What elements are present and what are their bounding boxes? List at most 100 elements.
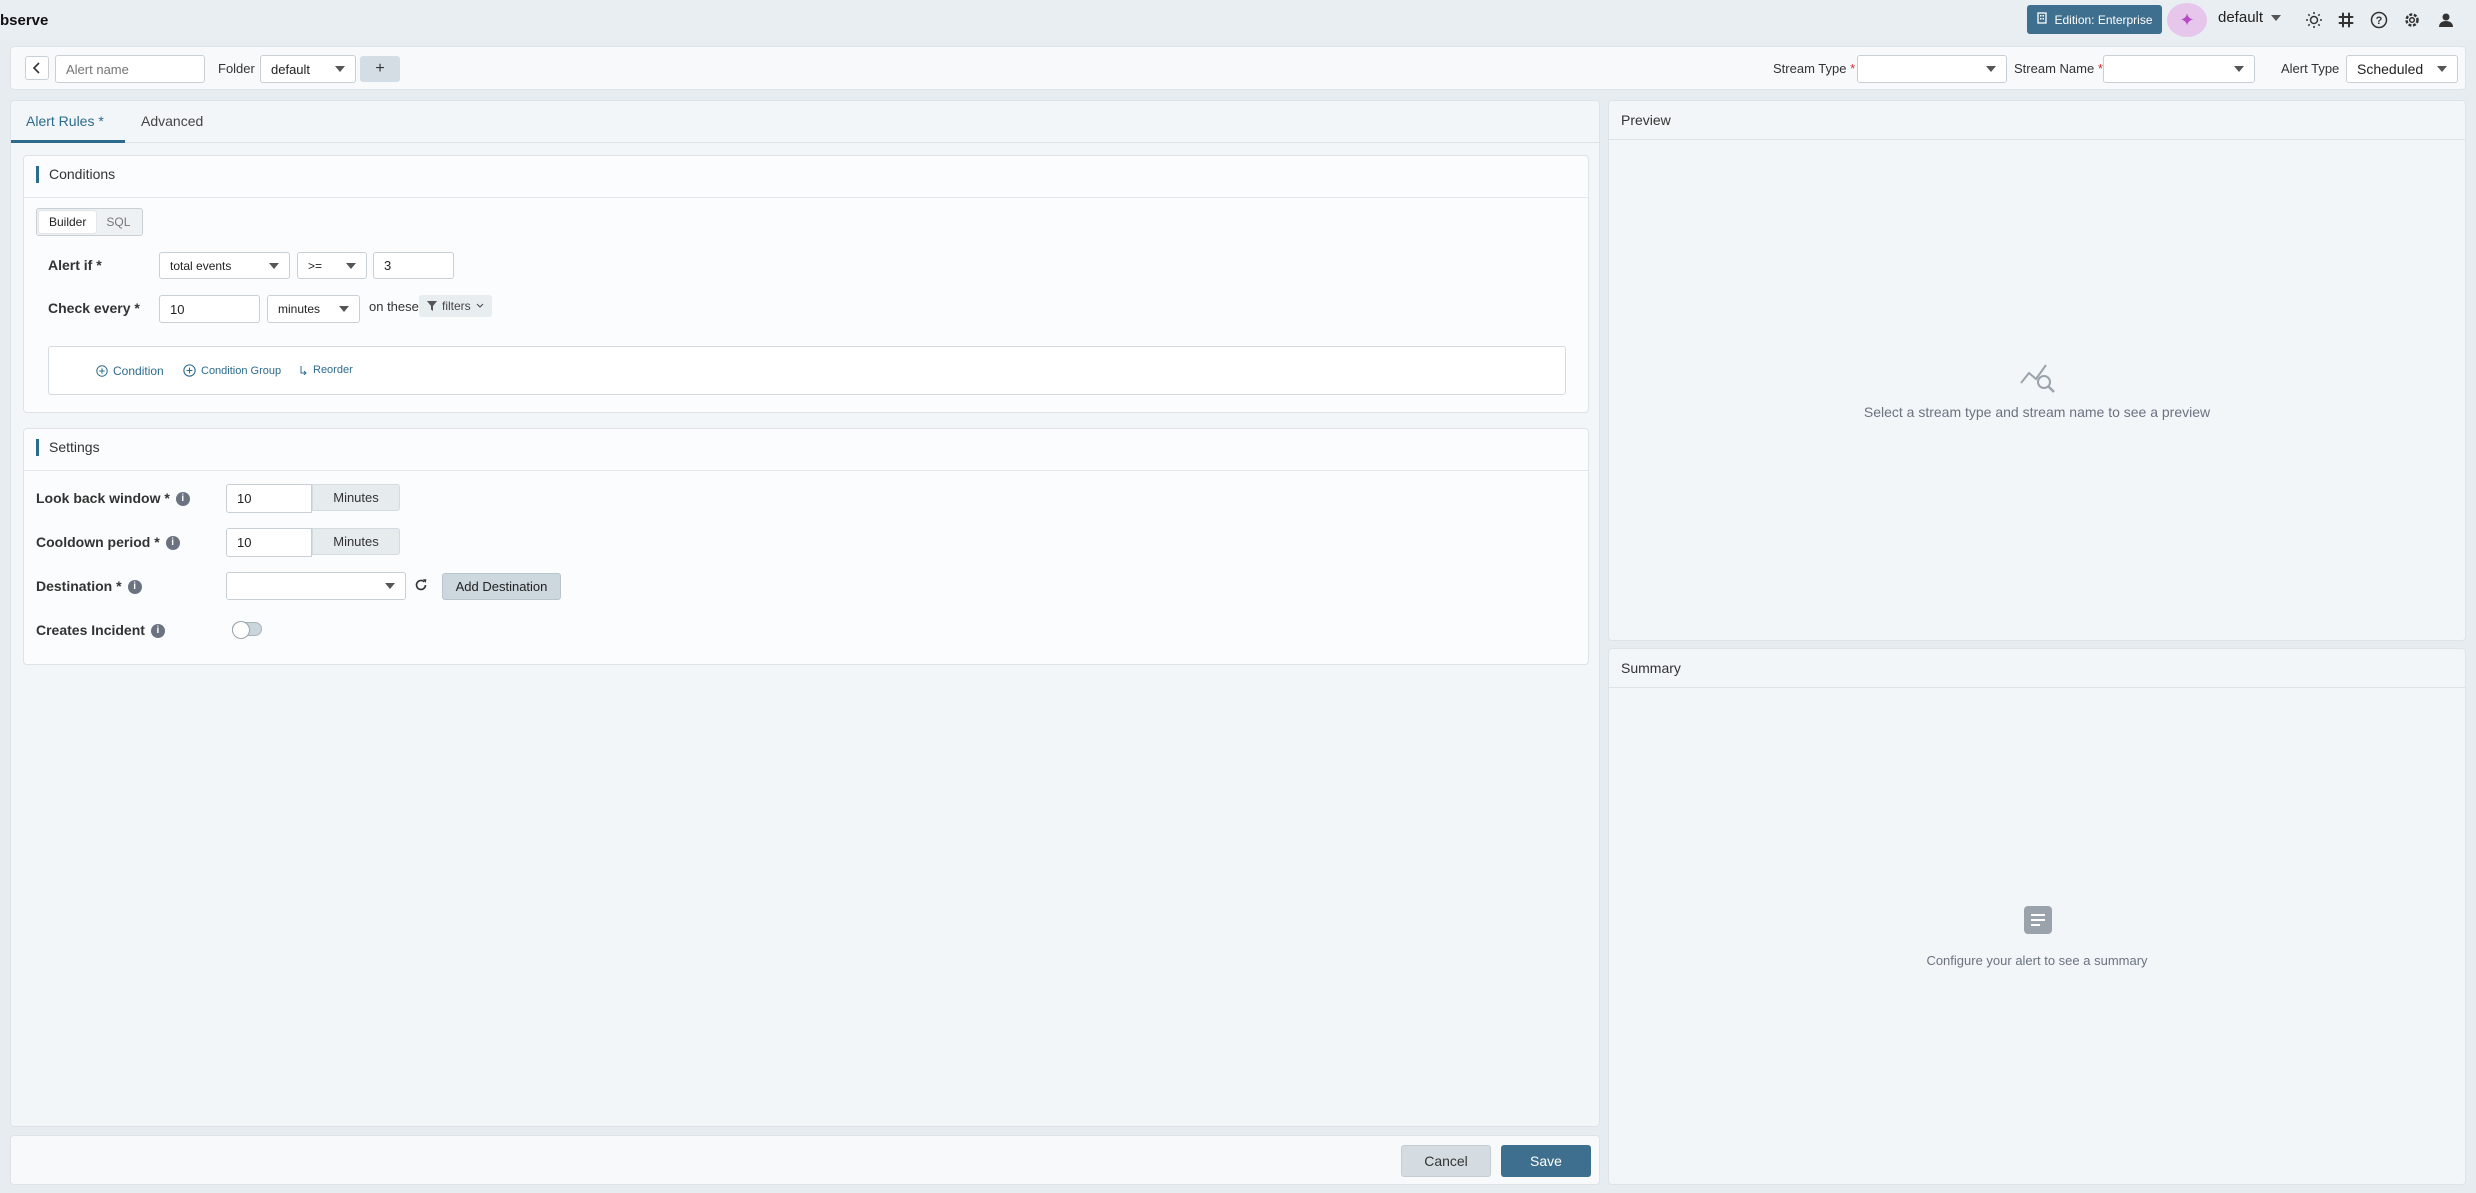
- chevron-down-icon: [335, 66, 345, 72]
- add-condition-label: Condition: [113, 364, 164, 378]
- frequency-unit-select[interactable]: minutes: [267, 295, 360, 323]
- lookback-label: Look back window * i: [36, 490, 190, 507]
- operator-value: >=: [308, 258, 323, 273]
- add-condition-button[interactable]: Condition: [96, 364, 164, 378]
- aggregate-value: total events: [170, 258, 232, 273]
- divider: [24, 470, 1588, 471]
- ai-assistant-button[interactable]: ✦: [2167, 3, 2207, 37]
- help-icon[interactable]: ?: [2368, 9, 2390, 31]
- conditions-title: Conditions: [36, 166, 115, 183]
- filters-button[interactable]: filters: [419, 295, 492, 317]
- reorder-label: Reorder: [313, 364, 353, 376]
- chevron-down-icon: [2271, 14, 2282, 21]
- refresh-icon[interactable]: [414, 578, 428, 595]
- alert-form-panel: Alert Rules * Advanced Conditions Builde…: [10, 100, 1601, 1127]
- chevron-down-icon: [346, 262, 356, 269]
- cancel-button[interactable]: Cancel: [1401, 1145, 1491, 1177]
- preview-title: Preview: [1621, 112, 1671, 128]
- edition-label: Edition: Enterprise: [2054, 12, 2153, 27]
- stream-name-label: Stream Name *: [2014, 61, 2103, 76]
- summary-panel: Summary Configure your alert to see a su…: [1608, 648, 2466, 1185]
- sparkle-icon: ✦: [2179, 9, 2195, 30]
- divider: [24, 197, 1588, 198]
- conditions-card: Conditions Builder SQL Alert if * total …: [23, 155, 1589, 413]
- destination-select[interactable]: [226, 572, 406, 600]
- builder-mode-button[interactable]: Builder: [39, 211, 97, 233]
- alert-type-label: Alert Type: [2281, 61, 2340, 76]
- summary-title: Summary: [1621, 660, 1681, 676]
- cooldown-input[interactable]: 10: [226, 528, 312, 557]
- preview-panel: Preview Select a stream type and stream …: [1608, 100, 2466, 641]
- form-tabs: Alert Rules * Advanced: [11, 101, 1601, 143]
- alert-header-toolbar: Folder default + Stream Type * Stream Na…: [10, 46, 2466, 90]
- brand-logo[interactable]: bserve: [0, 12, 48, 29]
- settings-card: Settings Look back window * i 10 Minutes …: [23, 428, 1589, 665]
- chevron-down-icon: [2437, 66, 2447, 72]
- creates-incident-label: Creates Incident i: [36, 622, 165, 639]
- lookback-unit: Minutes: [312, 484, 400, 511]
- info-icon: i: [175, 492, 190, 507]
- reorder-button[interactable]: Reorder: [300, 364, 353, 376]
- add-condition-group-button[interactable]: Condition Group: [183, 364, 281, 377]
- chevron-left-icon: [32, 62, 40, 74]
- check-every-label: Check every *: [48, 300, 140, 316]
- divider: [1609, 687, 2465, 688]
- summary-empty-message: Configure your alert to see a summary: [1926, 953, 2148, 968]
- tab-alert-rules[interactable]: Alert Rules *: [26, 113, 104, 129]
- stream-name-select[interactable]: [2103, 55, 2255, 83]
- theme-icon[interactable]: [2303, 9, 2325, 31]
- chevron-down-icon: [476, 303, 484, 308]
- info-icon: i: [165, 536, 180, 551]
- cooldown-unit: Minutes: [312, 528, 400, 555]
- save-button[interactable]: Save: [1501, 1145, 1591, 1177]
- document-icon: [2024, 906, 2052, 937]
- org-selector[interactable]: default: [2218, 9, 2282, 26]
- active-tab-indicator: [11, 140, 125, 143]
- sql-mode-button[interactable]: SQL: [96, 211, 140, 233]
- folder-select[interactable]: default: [260, 55, 356, 83]
- tab-advanced[interactable]: Advanced: [141, 113, 203, 129]
- filters-label: filters: [442, 299, 471, 313]
- lookback-input[interactable]: 10: [226, 484, 312, 513]
- aggregate-select[interactable]: total events: [159, 252, 290, 279]
- frequency-input[interactable]: 10: [159, 295, 260, 323]
- chevron-down-icon: [2234, 66, 2244, 72]
- alert-name-input[interactable]: [55, 55, 205, 83]
- svg-text:?: ?: [2376, 15, 2383, 27]
- info-icon: i: [150, 624, 165, 639]
- on-these-label: on these: [369, 299, 419, 314]
- alert-type-value: Scheduled: [2357, 61, 2424, 77]
- folder-value: default: [271, 61, 311, 77]
- condition-mode-toggle: Builder SQL: [36, 208, 144, 236]
- folder-label: Folder: [218, 61, 255, 76]
- org-name: default: [2218, 9, 2264, 26]
- chevron-down-icon: [385, 583, 395, 589]
- chevron-down-icon: [339, 306, 349, 312]
- building-icon: [2036, 12, 2048, 27]
- alert-type-select[interactable]: Scheduled: [2346, 55, 2458, 83]
- stream-type-select[interactable]: [1857, 55, 2007, 83]
- alert-if-label: Alert if *: [48, 257, 102, 273]
- back-button[interactable]: [25, 56, 49, 80]
- threshold-input[interactable]: 3: [373, 252, 454, 279]
- form-footer: Cancel Save: [10, 1135, 1600, 1185]
- settings-icon[interactable]: [2401, 9, 2423, 31]
- add-folder-button[interactable]: +: [360, 56, 400, 82]
- plus-circle-icon: [96, 365, 108, 377]
- add-destination-button[interactable]: Add Destination: [442, 573, 561, 600]
- chevron-down-icon: [269, 262, 279, 269]
- divider: [1609, 139, 2465, 140]
- chevron-down-icon: [1986, 66, 1996, 72]
- preview-empty-message: Select a stream type and stream name to …: [1863, 404, 2211, 420]
- filter-icon: [427, 301, 437, 311]
- operator-select[interactable]: >=: [297, 252, 367, 279]
- user-icon[interactable]: [2435, 9, 2457, 31]
- chart-search-icon: [2020, 361, 2056, 396]
- settings-title: Settings: [36, 439, 100, 456]
- edition-button[interactable]: Edition: Enterprise: [2027, 5, 2162, 34]
- slack-icon[interactable]: [2335, 9, 2357, 31]
- creates-incident-toggle[interactable]: [232, 621, 262, 639]
- destination-label: Destination * i: [36, 578, 142, 595]
- stream-type-label: Stream Type *: [1773, 61, 1856, 76]
- reorder-icon: [300, 366, 307, 375]
